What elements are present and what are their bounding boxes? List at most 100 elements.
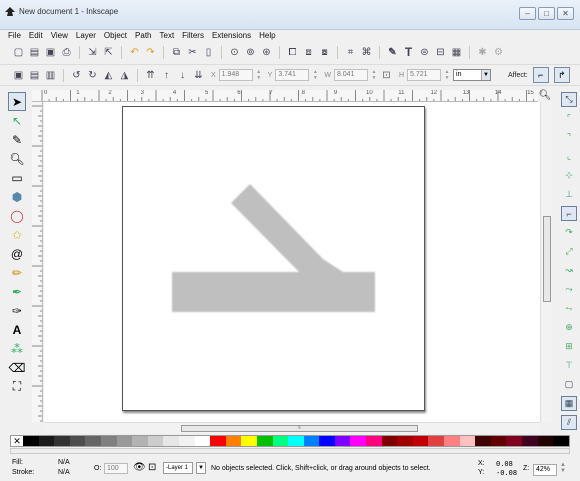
- ellipse-icon[interactable]: ◯: [8, 206, 26, 225]
- flip-h-icon[interactable]: ◭: [102, 69, 115, 82]
- select-all-layers-icon[interactable]: ▤: [28, 69, 41, 82]
- color-swatch[interactable]: [537, 436, 554, 446]
- selector-icon[interactable]: ➤: [8, 92, 26, 111]
- preferences-icon[interactable]: ▦: [450, 46, 463, 59]
- fill-value[interactable]: N/A: [58, 459, 70, 466]
- open-icon[interactable]: ▤: [28, 46, 41, 59]
- menu-path[interactable]: Path: [131, 30, 155, 42]
- color-swatch[interactable]: [288, 436, 304, 446]
- color-swatch[interactable]: [54, 436, 70, 446]
- snap-cusp-icon[interactable]: ↝: [561, 263, 577, 278]
- export-icon[interactable]: ⇱: [102, 46, 115, 59]
- spiral-icon[interactable]: @: [8, 244, 26, 263]
- color-swatch[interactable]: [334, 436, 351, 446]
- color-swatch[interactable]: [428, 436, 445, 446]
- select-all-icon[interactable]: ▣: [12, 69, 25, 82]
- fill-stroke-icon[interactable]: ✎: [386, 46, 399, 59]
- snap-paths-icon[interactable]: ↷: [561, 225, 577, 240]
- raise-top-icon[interactable]: ⇈: [144, 69, 157, 82]
- color-swatch[interactable]: [506, 436, 522, 446]
- lower-icon[interactable]: ↓: [176, 69, 189, 82]
- zoom-spinner[interactable]: ▲ ▼: [560, 462, 566, 474]
- color-swatch[interactable]: [85, 436, 101, 446]
- spray-icon[interactable]: ⁂: [8, 339, 26, 358]
- calligraphy-icon[interactable]: ✑: [8, 301, 26, 320]
- snap-enable-icon[interactable]: ⤡: [561, 92, 577, 107]
- snap-smooth-icon[interactable]: ⤳: [561, 282, 577, 297]
- diagonal-bar-shape[interactable]: [231, 184, 323, 278]
- color-swatch[interactable]: [553, 436, 569, 446]
- zoom-corner-icon[interactable]: 🔍︎: [538, 90, 552, 102]
- color-swatch[interactable]: [444, 436, 460, 446]
- lock-icon[interactable]: ⊡: [380, 69, 393, 82]
- zoom-icon[interactable]: 🔍︎: [8, 149, 26, 168]
- visibility-icon[interactable]: 👁︎: [133, 462, 146, 473]
- color-swatch[interactable]: [178, 436, 195, 446]
- node-icon[interactable]: ↖: [8, 111, 26, 130]
- snap-bbox-icon[interactable]: ⌜: [561, 111, 577, 126]
- color-swatch[interactable]: [256, 436, 273, 446]
- copy-icon[interactable]: ⧉: [170, 46, 183, 59]
- color-swatch[interactable]: [147, 436, 164, 446]
- snap-midpoints-icon[interactable]: ⥊: [561, 301, 577, 316]
- color-swatch[interactable]: [319, 436, 335, 446]
- color-swatch[interactable]: [272, 436, 289, 446]
- new-icon[interactable]: ▢: [12, 46, 25, 59]
- group-icon[interactable]: ⌗: [344, 46, 357, 59]
- save-icon[interactable]: ▣: [44, 46, 57, 59]
- scale-corners-button[interactable]: ↱: [553, 67, 570, 83]
- rect-icon[interactable]: ▭: [8, 168, 26, 187]
- color-swatch[interactable]: [350, 436, 367, 446]
- menu-object[interactable]: Object: [100, 30, 131, 42]
- layer-select[interactable]: -Layer 1: [163, 462, 193, 474]
- opacity-field[interactable]: 100: [104, 463, 128, 474]
- menu-file[interactable]: File: [4, 30, 25, 42]
- settings-icon[interactable]: ⚙: [492, 46, 505, 59]
- color-swatch[interactable]: [397, 436, 413, 446]
- color-swatch[interactable]: [303, 436, 320, 446]
- snap-centers-icon[interactable]: ⊕: [561, 320, 577, 335]
- zoom-field[interactable]: 42%: [533, 464, 557, 476]
- eraser-icon[interactable]: ⌫: [8, 358, 26, 377]
- menu-filters[interactable]: Filters: [178, 30, 208, 42]
- snap-nodes-icon[interactable]: ⌐: [561, 206, 577, 221]
- snap-grid-icon[interactable]: ▦: [561, 396, 577, 411]
- stroke-value[interactable]: N/A: [58, 469, 70, 476]
- w-field[interactable]: 8.041: [333, 69, 368, 81]
- flip-v-icon[interactable]: ◮: [118, 69, 131, 82]
- deselect-icon[interactable]: ▥: [44, 69, 57, 82]
- document-properties-icon[interactable]: ✱: [476, 46, 489, 59]
- color-swatch[interactable]: [381, 436, 398, 446]
- color-swatch[interactable]: [38, 436, 55, 446]
- color-swatch[interactable]: [241, 436, 257, 446]
- color-swatch[interactable]: [194, 436, 211, 446]
- print-icon[interactable]: ⎙: [60, 46, 73, 59]
- canvas[interactable]: [44, 102, 540, 422]
- ungroup-icon[interactable]: ⌘: [360, 46, 373, 59]
- tweak-icon[interactable]: ✎: [8, 130, 26, 149]
- zoom-page-icon[interactable]: ⊛: [260, 46, 273, 59]
- import-icon[interactable]: ⇲: [86, 46, 99, 59]
- snap-bbox-corners-icon[interactable]: ⌞: [561, 149, 577, 164]
- menu-edit[interactable]: Edit: [25, 30, 47, 42]
- horizontal-scroll-thumb[interactable]: ≡: [181, 425, 418, 432]
- color-swatch[interactable]: [412, 436, 429, 446]
- snap-bbox-midpoints-icon[interactable]: ⊹: [561, 168, 577, 183]
- align-icon[interactable]: ⊟: [434, 46, 447, 59]
- menu-layer[interactable]: Layer: [72, 30, 100, 42]
- horizontal-bar-shape[interactable]: [172, 272, 375, 312]
- snap-rotation-icon[interactable]: ⊞: [561, 339, 577, 354]
- rotate-cw-icon[interactable]: ↻: [86, 69, 99, 82]
- color-swatch[interactable]: [366, 436, 382, 446]
- snap-intersections-icon[interactable]: ⤢: [561, 244, 577, 259]
- maximize-button[interactable]: □: [538, 7, 555, 20]
- minimize-button[interactable]: –: [519, 7, 536, 20]
- scale-stroke-button[interactable]: ⌐: [532, 67, 549, 83]
- unit-select[interactable]: in ▼: [453, 69, 492, 81]
- horizontal-scrollbar[interactable]: ≡: [44, 422, 540, 433]
- h-field[interactable]: 5.721: [407, 69, 442, 81]
- raise-icon[interactable]: ↑: [160, 69, 173, 82]
- clone-icon[interactable]: ⧈: [302, 46, 315, 59]
- color-swatch[interactable]: [116, 436, 133, 446]
- menu-text[interactable]: Text: [156, 30, 179, 42]
